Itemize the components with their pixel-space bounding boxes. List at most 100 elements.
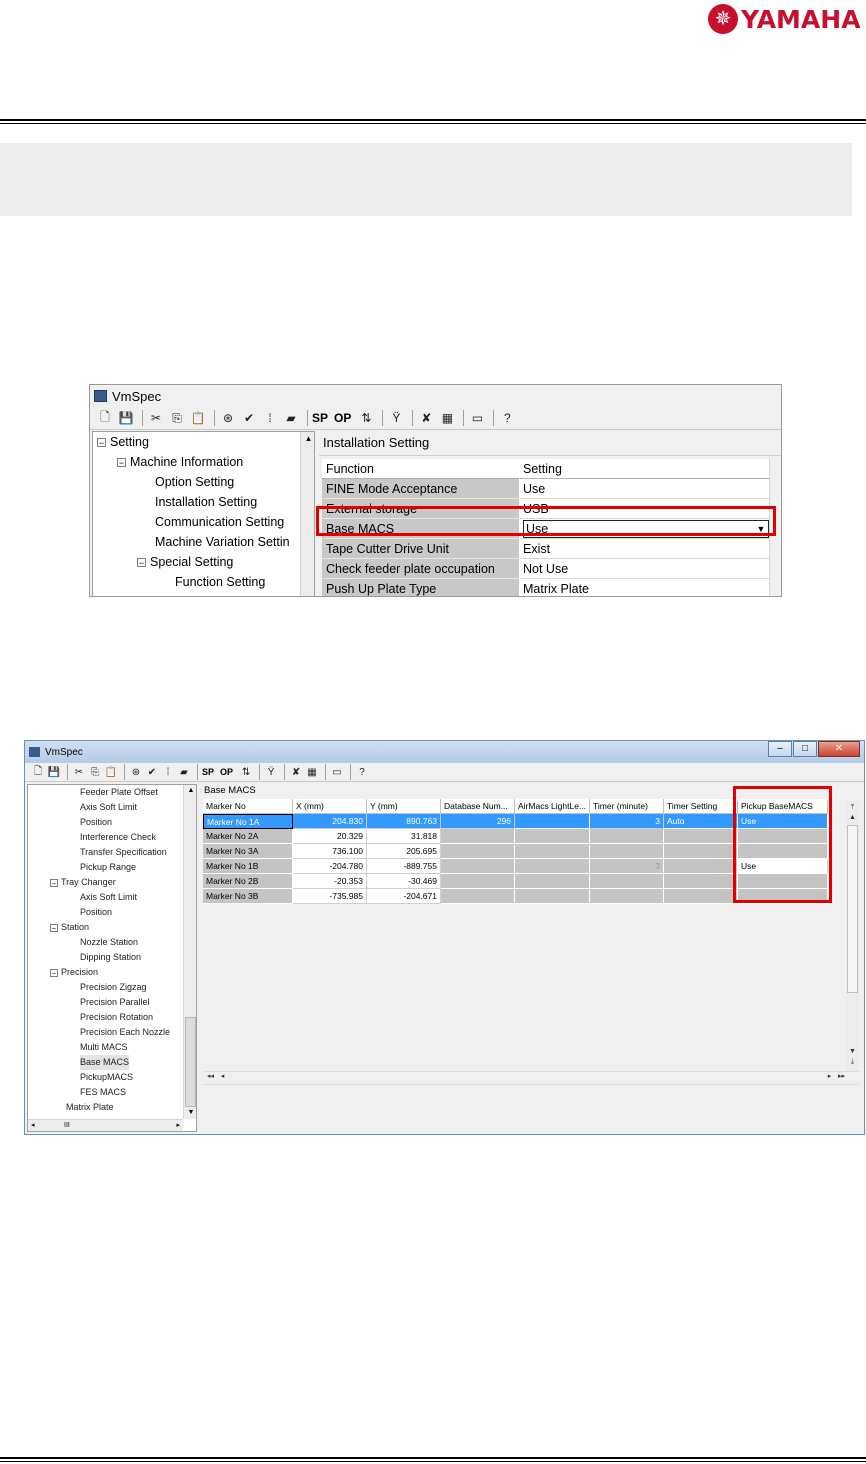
scrollbar-thumb-grip[interactable]: III bbox=[64, 1120, 70, 1131]
table-row[interactable]: Tape Cutter Drive Unit Exist bbox=[322, 539, 781, 559]
x-cell[interactable]: -735.985 bbox=[293, 889, 367, 904]
paste-icon[interactable]: 📋 bbox=[104, 765, 118, 779]
transfer-icon[interactable]: ⇅ bbox=[357, 409, 375, 427]
tree-vertical-scrollbar[interactable]: ▲ ▼ bbox=[183, 785, 196, 1119]
timer-setting-cell[interactable]: Auto bbox=[664, 814, 738, 829]
column-header[interactable]: Timer Setting bbox=[664, 799, 738, 814]
y-cell[interactable]: -204.671 bbox=[367, 889, 441, 904]
scroll-up-icon[interactable]: ▲ bbox=[301, 432, 314, 446]
tree-node-axis-soft-limit[interactable]: Axis Soft Limit bbox=[80, 800, 137, 815]
table-row[interactable]: Check feeder plate occupation Not Use bbox=[322, 559, 781, 579]
y-cell[interactable]: 31.818 bbox=[367, 829, 441, 844]
database-num-cell[interactable]: 296 bbox=[441, 814, 515, 829]
reel-check-icon[interactable]: ✔ bbox=[240, 409, 258, 427]
close-icon[interactable]: ✕ bbox=[818, 741, 860, 757]
tree-node-multi-macs[interactable]: Multi MACS bbox=[80, 1040, 128, 1055]
scroll-down-icon[interactable]: ▼ bbox=[847, 1047, 858, 1057]
tree-node-station[interactable]: − Station bbox=[50, 920, 89, 935]
tree-node-axis-soft-limit[interactable]: Axis Soft Limit bbox=[80, 890, 137, 905]
x-cell[interactable]: -20.353 bbox=[293, 874, 367, 889]
eraser-icon[interactable]: ▭ bbox=[330, 765, 344, 779]
cut-icon[interactable]: ✂ bbox=[72, 765, 86, 779]
tree-node-setting[interactable]: − Setting bbox=[97, 432, 149, 452]
tree-node-precision-zigzag[interactable]: Precision Zigzag bbox=[80, 980, 147, 995]
marker-cell[interactable]: Marker No 3B bbox=[203, 889, 293, 904]
help-icon[interactable]: ? bbox=[355, 765, 369, 779]
scroll-last-icon[interactable]: ▸▸ bbox=[836, 1072, 847, 1082]
tree-node-matrix-plate[interactable]: Matrix Plate bbox=[66, 1100, 114, 1115]
tree-node-tray-changer[interactable]: − Tray Changer bbox=[50, 875, 116, 890]
tree-node-machine-information[interactable]: − Machine Information bbox=[117, 452, 243, 472]
x-cell[interactable]: 20.329 bbox=[293, 829, 367, 844]
airmacs-cell[interactable] bbox=[515, 814, 590, 829]
tool-cross-icon[interactable]: ✘ bbox=[289, 765, 303, 779]
marker-cell[interactable]: Marker No 1A bbox=[203, 814, 293, 829]
x-cell[interactable]: 736.100 bbox=[293, 844, 367, 859]
tree-node-dipping-station[interactable]: Dipping Station bbox=[80, 950, 141, 965]
marker-cell[interactable]: Marker No 2A bbox=[203, 829, 293, 844]
column-header[interactable]: AirMacs LightLe... bbox=[515, 799, 590, 814]
tree-node-pickup-range[interactable]: Pickup Range bbox=[80, 860, 136, 875]
tree-node-position[interactable]: Position bbox=[80, 905, 112, 920]
new-file-icon[interactable]: 🗋 bbox=[31, 765, 45, 779]
scroll-bottom-icon[interactable]: ⤓ bbox=[847, 1057, 858, 1067]
sp-button[interactable]: SP bbox=[312, 411, 328, 425]
scroll-down-icon[interactable]: ▼ bbox=[184, 1107, 196, 1119]
eraser-icon[interactable]: ▭ bbox=[468, 409, 486, 427]
copy-icon[interactable]: ⎘ bbox=[88, 765, 102, 779]
scrollbar-thumb[interactable] bbox=[185, 1017, 196, 1107]
collapse-icon[interactable]: − bbox=[50, 968, 58, 977]
tool-cross-icon[interactable]: ✘ bbox=[417, 409, 435, 427]
column-header[interactable]: Marker No bbox=[203, 799, 293, 814]
reel-icon[interactable]: ⊛ bbox=[129, 765, 143, 779]
collapse-icon[interactable]: − bbox=[50, 923, 58, 932]
setting-cell[interactable]: Use bbox=[520, 479, 770, 499]
column-header[interactable]: Timer (minute) bbox=[590, 799, 664, 814]
collapse-icon[interactable]: − bbox=[117, 458, 126, 468]
op-button[interactable]: OP bbox=[334, 411, 351, 425]
minimize-icon[interactable]: – bbox=[768, 741, 792, 757]
marker-cell[interactable]: Marker No 2B bbox=[203, 874, 293, 889]
grid-horizontal-scrollbar[interactable]: ◂◂ ◂ ▸ ▸▸ bbox=[203, 1071, 859, 1085]
x-cell[interactable]: -204.780 bbox=[293, 859, 367, 874]
tree-node-precision[interactable]: − Precision bbox=[50, 965, 98, 980]
sp-button[interactable]: SP bbox=[202, 767, 214, 777]
tree-node-precision-rotation[interactable]: Precision Rotation bbox=[80, 1010, 153, 1025]
board-icon[interactable]: ▰ bbox=[177, 765, 191, 779]
table-row[interactable]: FINE Mode Acceptance Use bbox=[322, 479, 781, 499]
tree-node-base-macs[interactable]: Base MACS bbox=[80, 1055, 130, 1070]
dots-grid-icon[interactable]: ⁞ bbox=[261, 409, 279, 427]
tree-node-interference-check[interactable]: Interference Check bbox=[80, 830, 156, 845]
timer-cell[interactable]: 3 bbox=[590, 814, 664, 829]
nozzle-icon[interactable]: Ÿ bbox=[264, 765, 278, 779]
tree-node-precision-each-nozzle[interactable]: Precision Each Nozzle bbox=[80, 1025, 170, 1040]
tree-node-installation-setting[interactable]: Installation Setting bbox=[155, 492, 257, 512]
table-row[interactable]: Push Up Plate Type Matrix Plate bbox=[322, 579, 781, 596]
y-cell[interactable]: 205.695 bbox=[367, 844, 441, 859]
y-cell[interactable]: -889.755 bbox=[367, 859, 441, 874]
timer-cell[interactable]: 3 bbox=[590, 859, 664, 874]
scroll-left-icon[interactable]: ◂ bbox=[217, 1072, 228, 1082]
maximize-icon[interactable]: □ bbox=[793, 741, 817, 757]
reel-check-icon[interactable]: ✔ bbox=[145, 765, 159, 779]
scroll-right-icon[interactable]: ▸ bbox=[824, 1072, 835, 1082]
scroll-top-icon[interactable]: ⤒ bbox=[847, 803, 858, 813]
setting-cell[interactable]: Not Use bbox=[520, 559, 770, 579]
y-cell[interactable]: -30.469 bbox=[367, 874, 441, 889]
column-header[interactable]: Database Num... bbox=[441, 799, 515, 814]
tree-scrollbar[interactable]: ▲ bbox=[300, 432, 314, 596]
nozzle-icon[interactable]: Ÿ bbox=[387, 409, 405, 427]
marker-cell[interactable]: Marker No 1B bbox=[203, 859, 293, 874]
tree-node-fes-macs[interactable]: FES MACS bbox=[80, 1085, 126, 1100]
tree-node-feeder-plate-offset[interactable]: Feeder Plate Offset bbox=[80, 785, 158, 800]
chip-icon[interactable]: ▦ bbox=[305, 765, 319, 779]
cut-icon[interactable]: ✂ bbox=[147, 409, 165, 427]
tree-node-position[interactable]: Position bbox=[80, 815, 112, 830]
column-header[interactable]: Y (mm) bbox=[367, 799, 441, 814]
chip-icon[interactable]: ▦ bbox=[438, 409, 456, 427]
tree-node-machine-variation-setting[interactable]: Machine Variation Settin bbox=[155, 532, 290, 552]
scroll-up-icon[interactable]: ▲ bbox=[184, 785, 196, 797]
collapse-icon[interactable]: − bbox=[137, 558, 146, 568]
column-header[interactable]: X (mm) bbox=[293, 799, 367, 814]
paste-icon[interactable]: 📋 bbox=[189, 409, 207, 427]
